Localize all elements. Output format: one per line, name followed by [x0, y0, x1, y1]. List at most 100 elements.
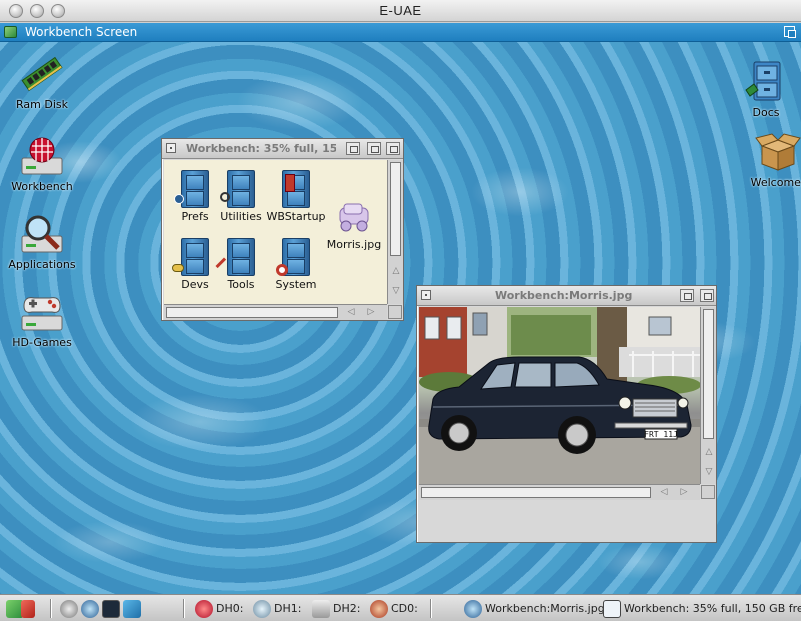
host-window-title: E-UAE: [379, 3, 422, 18]
window-iconify-button[interactable]: [346, 142, 360, 155]
editor-icon[interactable]: [123, 599, 141, 618]
ram-disk-icon: [18, 52, 66, 96]
scroll-up-arrow[interactable]: △: [702, 445, 716, 459]
window-size-gadget[interactable]: [701, 485, 715, 499]
vertical-scroll-knob[interactable]: [703, 309, 714, 439]
drive-label: CD0:: [391, 602, 418, 615]
window-content[interactable]: Prefs Utilities WBStartup Morris.jpg Dev…: [164, 160, 387, 304]
drawer-system[interactable]: System: [264, 238, 328, 291]
horizontal-scrollbar[interactable]: ◁ ▷: [419, 484, 700, 500]
scroll-left-arrow[interactable]: ◁: [344, 305, 358, 319]
system-lifebuoy-icon: [276, 264, 288, 276]
desktop-icon-workbench[interactable]: Workbench: [4, 134, 80, 193]
desktop-icon-welcome[interactable]: Welcome!: [740, 130, 801, 189]
utilities-magnifier-icon: [220, 192, 230, 202]
multiview-icon: [464, 599, 482, 618]
drive-cd0[interactable]: CD0:: [370, 598, 418, 619]
workbench-drawer-window[interactable]: Workbench: 35% full, 15 Prefs Utilities …: [161, 138, 404, 321]
applications-magnifier-icon: [18, 212, 66, 256]
drive-label: DH1:: [274, 602, 302, 615]
host-title-bar[interactable]: E-UAE: [0, 0, 801, 22]
drawer-label: WBStartup: [266, 210, 326, 223]
desktop-icon-ram-disk[interactable]: Ram Disk: [4, 52, 80, 111]
taskbar-separator: [183, 599, 185, 618]
horizontal-scroll-knob[interactable]: [166, 307, 338, 318]
screen-title-bar[interactable]: Workbench Screen: [0, 23, 801, 42]
scroll-down-arrow[interactable]: ▽: [389, 284, 403, 298]
window-title: Workbench: 35% full, 15: [186, 142, 336, 155]
window-title-bar[interactable]: Workbench: 35% full, 15: [162, 139, 403, 159]
drive-dh0[interactable]: DH0:: [195, 598, 243, 619]
window-depth-button[interactable]: [386, 142, 400, 155]
gamepad-icon: [18, 290, 66, 334]
desktop-icon-label: Workbench: [11, 180, 73, 193]
window-close-button[interactable]: [421, 290, 431, 300]
workbench-disk-icon: [18, 134, 66, 178]
scroll-down-arrow[interactable]: ▽: [702, 465, 716, 479]
drawer-label: System: [275, 278, 317, 291]
paint-icon: [21, 599, 35, 618]
desktop-icon-label: Docs: [752, 106, 780, 119]
window-title: Workbench:Morris.jpg: [495, 289, 633, 302]
desktop-icon-label: Welcome!: [750, 176, 801, 189]
horizontal-scroll-knob[interactable]: [421, 487, 651, 498]
search-icon[interactable]: [81, 599, 99, 618]
window-icon: [603, 599, 621, 618]
scroll-left-arrow[interactable]: ◁: [657, 485, 671, 499]
screen-depth-icon[interactable]: [784, 26, 796, 38]
desktop-icon-label: Ram Disk: [16, 98, 68, 111]
desktop-icon-label: HD-Games: [12, 336, 72, 349]
drive-dh2[interactable]: DH2:: [312, 598, 360, 619]
task-label: Workbench: 35% full, 150 GB free: [624, 602, 801, 615]
desktop-icon-label: Applications: [8, 258, 76, 271]
drawer-wbstartup[interactable]: WBStartup: [264, 170, 328, 223]
task-morris-window[interactable]: Workbench:Morris.jpg: [464, 598, 605, 619]
start-menu-button[interactable]: [6, 598, 38, 619]
gamepad-icon: [312, 599, 330, 618]
scroll-up-arrow[interactable]: △: [389, 264, 403, 278]
drawer-label: Morris.jpg: [326, 238, 382, 251]
amidock-taskbar[interactable]: DH0: DH1: DH2: CD0: Workbench:Morris.jpg…: [0, 594, 801, 621]
horizontal-scrollbar[interactable]: ◁ ▷: [164, 304, 387, 320]
vertical-scrollbar[interactable]: △ ▽: [700, 307, 716, 484]
wbstartup-book-icon: [285, 174, 295, 192]
license-plate-text: FRT 11J: [644, 430, 678, 439]
drive-label: DH2:: [333, 602, 361, 615]
applications-magnifier-icon: [253, 599, 271, 618]
shell-launcher-buttons[interactable]: [60, 598, 144, 619]
window-size-gadget[interactable]: [388, 305, 402, 319]
scroll-right-arrow[interactable]: ▷: [677, 485, 691, 499]
vertical-scrollbar[interactable]: △ ▽: [387, 160, 403, 304]
window-close-button[interactable]: [166, 143, 176, 153]
prefs-drawer-icon: [181, 170, 209, 208]
desktop-icon-hd-games[interactable]: HD-Games: [4, 290, 80, 349]
file-morris-jpg[interactable]: Morris.jpg: [322, 202, 386, 251]
workbench-desktop[interactable]: Ram Disk Workbench Applications HD-Games…: [0, 42, 801, 594]
taskbar-separator: [430, 599, 432, 618]
desktop-icon-docs[interactable]: Docs: [728, 60, 801, 119]
scroll-right-arrow[interactable]: ▷: [364, 305, 378, 319]
welcome-box-icon: [754, 130, 801, 174]
drive-dh1[interactable]: DH1:: [253, 598, 301, 619]
car-photo-graphic: FRT 11J: [419, 307, 700, 484]
desktop-icon-applications[interactable]: Applications: [4, 212, 80, 271]
task-workbench-window[interactable]: Workbench: 35% full, 150 GB free: [603, 598, 801, 619]
devs-drawer-icon: [181, 238, 209, 276]
prefs-badge-icon: [174, 194, 184, 204]
picture-file-icon: [336, 202, 372, 236]
devs-chain-icon: [172, 264, 184, 272]
shell-icon[interactable]: [102, 599, 120, 618]
window-zoom-button[interactable]: [680, 289, 694, 302]
image-viewer-window[interactable]: Workbench:Morris.jpg FRT 11J △ ▽ ◁ ▷: [416, 285, 717, 543]
morris-car-photo: FRT 11J: [419, 307, 700, 484]
workbench-disk-icon: [195, 599, 213, 618]
window-zoom-button[interactable]: [367, 142, 381, 155]
cd-icon: [370, 599, 388, 618]
gear-icon[interactable]: [60, 599, 78, 618]
window-depth-button[interactable]: [700, 289, 714, 302]
docs-drawer-icon: [742, 60, 790, 104]
workbench-logo-icon: [4, 26, 17, 38]
vertical-scroll-knob[interactable]: [390, 162, 401, 256]
window-title-bar[interactable]: Workbench:Morris.jpg: [417, 286, 716, 306]
utilities-drawer-icon: [227, 170, 255, 208]
